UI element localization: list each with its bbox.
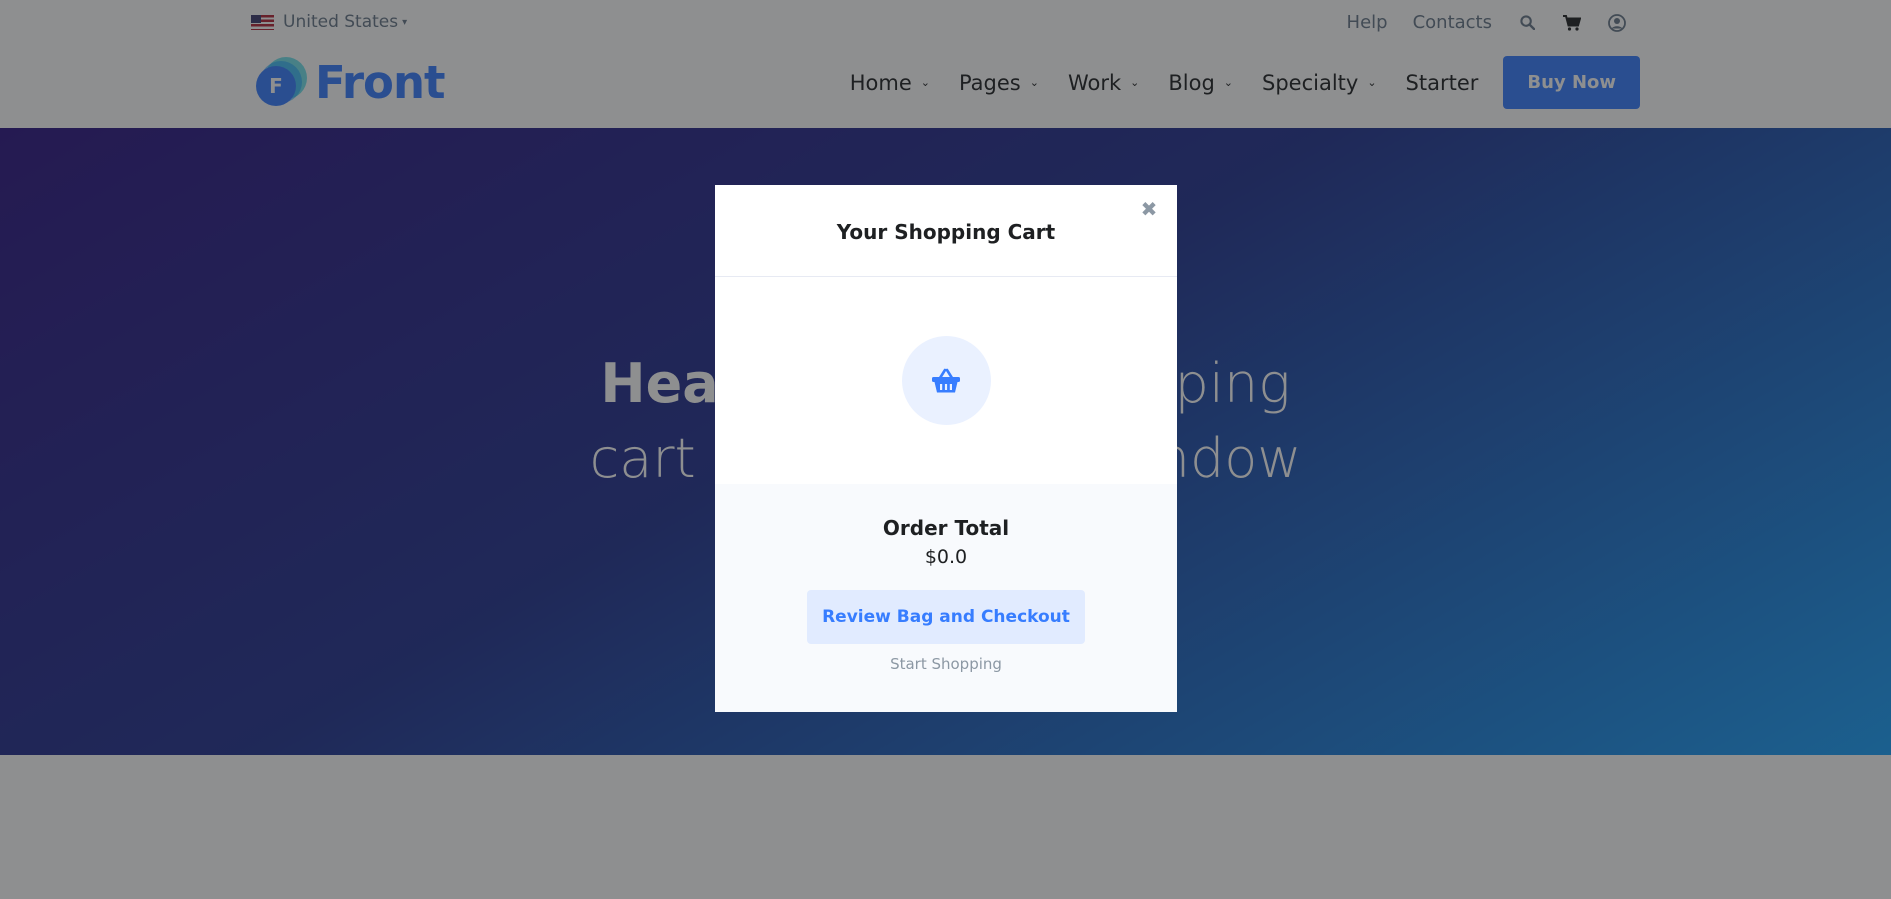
- close-icon[interactable]: ✖: [1138, 197, 1160, 221]
- order-total-value: $0.0: [924, 546, 968, 568]
- shopping-cart-modal: Your Shopping Cart ✖ Order Total $0.0 Re…: [715, 185, 1177, 712]
- modal-title: Your Shopping Cart: [836, 219, 1056, 244]
- review-bag-checkout-button[interactable]: Review Bag and Checkout: [807, 590, 1085, 644]
- empty-cart-illustration: [901, 336, 991, 425]
- modal-header: Your Shopping Cart ✖: [715, 185, 1177, 277]
- order-total-label: Order Total: [882, 516, 1010, 540]
- basket-icon: [932, 368, 960, 392]
- modal-body: [715, 277, 1177, 484]
- start-shopping-link[interactable]: Start Shopping: [715, 655, 1177, 673]
- modal-footer: Order Total $0.0 Review Bag and Checkout…: [715, 484, 1177, 712]
